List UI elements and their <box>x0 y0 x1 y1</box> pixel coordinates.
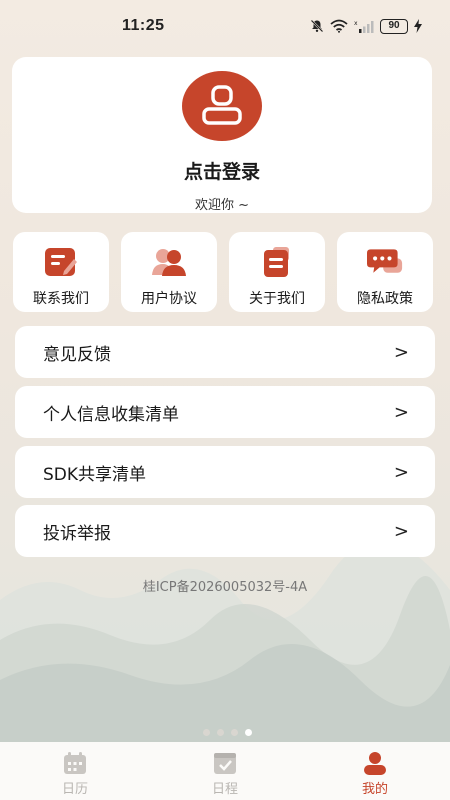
profile-card[interactable]: 点击登录 欢迎你 ~ <box>12 57 432 213</box>
battery-indicator: 90 <box>380 18 408 34</box>
menu-item-complaint[interactable]: 投诉举报 > <box>15 505 435 557</box>
bottom-tab-bar: 日历 日程 我的 <box>0 742 450 800</box>
svg-text:x: x <box>354 20 358 27</box>
contact-us-button[interactable]: 联系我们 <box>13 232 109 312</box>
page-dot-active <box>245 729 252 736</box>
calendar-icon <box>62 750 88 776</box>
chevron-right-icon: > <box>393 461 409 483</box>
mute-bell-icon <box>310 19 324 33</box>
mountain-background <box>0 540 450 750</box>
edit-note-icon <box>43 246 79 278</box>
menu-label: 投诉举报 <box>43 523 111 544</box>
users-icon <box>151 246 187 278</box>
page-indicator <box>203 729 252 736</box>
tab-mine[interactable]: 我的 <box>300 742 450 800</box>
wifi-icon <box>330 19 348 33</box>
menu-item-personal-info[interactable]: 个人信息收集清单 > <box>15 386 435 438</box>
quick-label: 用户协议 <box>141 291 197 307</box>
tab-label: 日程 <box>211 782 238 797</box>
schedule-icon <box>212 750 238 776</box>
status-bar: 11:25 x 90 <box>0 0 450 52</box>
page-dot <box>231 729 238 736</box>
chevron-right-icon: > <box>393 341 409 363</box>
quick-label: 联系我们 <box>33 291 89 307</box>
menu-label: 意见反馈 <box>43 344 111 365</box>
menu-item-feedback[interactable]: 意见反馈 > <box>15 326 435 378</box>
profile-icon <box>362 750 388 776</box>
menu-label: 个人信息收集清单 <box>43 404 179 425</box>
login-title[interactable]: 点击登录 <box>184 157 260 184</box>
user-avatar-icon <box>202 85 242 125</box>
document-icon <box>259 246 295 278</box>
privacy-policy-button[interactable]: 隐私政策 <box>337 232 433 312</box>
quick-label: 隐私政策 <box>357 291 413 307</box>
status-icons: x 90 <box>310 18 422 34</box>
chat-bubble-icon <box>367 246 403 278</box>
tab-schedule[interactable]: 日程 <box>150 742 300 800</box>
page-dot <box>217 729 224 736</box>
page-dot <box>203 729 210 736</box>
avatar[interactable] <box>182 71 262 141</box>
chevron-right-icon: > <box>393 520 409 542</box>
welcome-text: 欢迎你 ~ <box>194 198 250 213</box>
user-agreement-button[interactable]: 用户协议 <box>121 232 217 312</box>
status-time: 11:25 <box>122 17 165 34</box>
quick-label: 关于我们 <box>249 291 305 307</box>
menu-item-sdk-sharing[interactable]: SDK共享清单 > <box>15 446 435 498</box>
signal-icon: x <box>354 20 374 33</box>
tab-label: 日历 <box>61 782 88 797</box>
tab-label: 我的 <box>361 782 388 797</box>
charging-icon <box>414 19 422 33</box>
tab-calendar[interactable]: 日历 <box>0 742 150 800</box>
quick-actions: 联系我们 用户协议 关于我们 隐私政策 <box>13 232 435 312</box>
icp-record[interactable]: 桂ICP备2026005032号-4A <box>0 576 450 595</box>
about-us-button[interactable]: 关于我们 <box>229 232 325 312</box>
chevron-right-icon: > <box>393 401 409 423</box>
menu-label: SDK共享清单 <box>43 464 147 485</box>
